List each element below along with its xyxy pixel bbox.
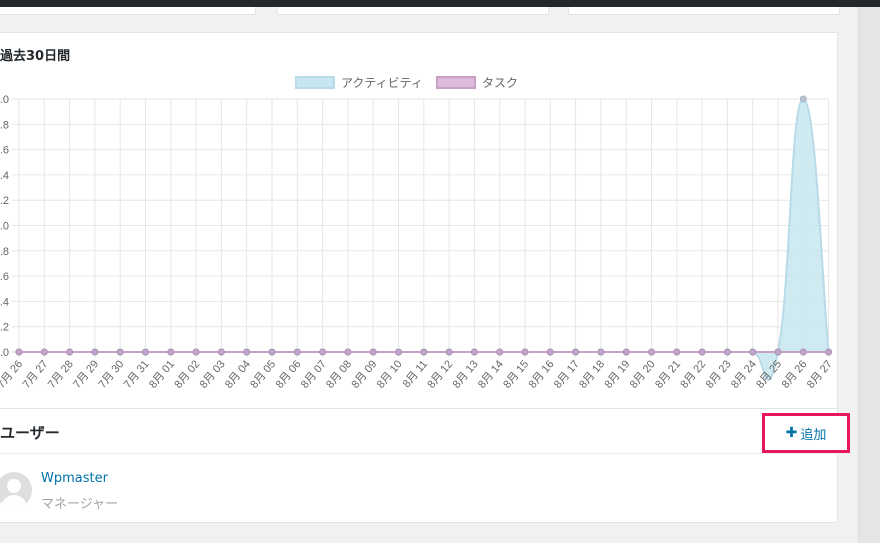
y-tick-label: 1.8 (0, 119, 9, 131)
x-tick-label: 7月 27 (21, 358, 51, 391)
y-tick-label: .6 (0, 271, 9, 283)
data-point-tasks (420, 348, 428, 356)
y-tick-label: .2 (0, 322, 9, 334)
x-tick-label: 8月 23 (704, 358, 734, 391)
y-tick-label: .8 (0, 246, 9, 258)
x-tick-label: 8月 03 (198, 358, 228, 391)
x-tick-label: 8月 22 (678, 358, 708, 391)
x-tick-label: 7月 31 (122, 358, 152, 391)
y-tick-label: 2.0 (0, 94, 9, 106)
data-point-tasks (546, 348, 554, 356)
data-point-tasks (142, 348, 149, 356)
data-point-tasks (597, 348, 605, 356)
x-tick-label: 8月 27 (805, 358, 835, 391)
data-point-tasks (774, 348, 782, 356)
x-tick-label: 8月 08 (324, 358, 354, 391)
avatar-head (7, 479, 21, 493)
x-tick-label: 8月 18 (577, 358, 607, 391)
x-tick-label: 8月 14 (476, 358, 506, 391)
x-tick-label: 8月 16 (527, 358, 557, 391)
y-tick-label: 1.2 (0, 195, 9, 207)
activity-chart: .0.2.4.6.81.01.21.41.61.82.07月 267月 277月… (0, 94, 835, 391)
data-point-tasks (319, 348, 327, 356)
add-user-button[interactable]: ✚ 追加 (762, 413, 850, 453)
data-point-tasks (825, 348, 833, 356)
data-point-tasks (268, 348, 276, 356)
x-tick-label: 8月 13 (451, 358, 481, 391)
data-point-activity (799, 95, 807, 103)
x-tick-label: 8月 19 (602, 358, 632, 391)
y-tick-label: 1.0 (0, 221, 9, 233)
x-tick-label: 7月 29 (71, 358, 101, 391)
y-tick-label: .4 (0, 296, 9, 308)
x-tick-label: 8月 06 (274, 358, 304, 391)
y-tick-label: .0 (0, 347, 9, 359)
x-tick-label: 8月 15 (501, 358, 531, 391)
x-tick-label: 8月 21 (653, 358, 683, 391)
x-tick-label: 7月 30 (96, 358, 126, 391)
avatar-body (1, 495, 27, 508)
data-point-tasks (445, 348, 453, 356)
data-point-tasks (15, 348, 23, 356)
x-tick-label: 7月 26 (0, 358, 25, 391)
data-point-tasks (344, 348, 352, 356)
data-point-tasks (91, 348, 99, 356)
data-point-tasks (698, 348, 706, 356)
section-divider (0, 408, 838, 409)
x-tick-label: 8月 04 (223, 358, 253, 391)
data-point-tasks (622, 348, 630, 356)
data-point-tasks (749, 348, 757, 356)
data-point-tasks (369, 348, 377, 356)
y-tick-label: 1.4 (0, 170, 9, 182)
data-point-tasks (116, 348, 124, 356)
data-point-tasks (496, 348, 504, 356)
data-point-tasks (192, 348, 200, 356)
x-tick-label: 8月 12 (425, 358, 455, 391)
x-tick-label: 8月 11 (401, 358, 431, 390)
x-tick-label: 8月 07 (299, 358, 329, 391)
x-tick-label: 8月 09 (349, 358, 379, 391)
add-user-button-label: 追加 (800, 427, 827, 443)
y-tick-label: 1.6 (0, 145, 9, 157)
data-point-tasks (673, 348, 681, 356)
user-role: マネージャー (41, 497, 119, 512)
users-section-title: ユーザー (0, 424, 60, 442)
x-tick-label: 8月 20 (628, 358, 658, 391)
data-point-tasks (799, 348, 807, 356)
x-tick-label: 8月 10 (375, 358, 405, 391)
user-name-link[interactable]: Wpmaster (41, 471, 108, 486)
x-tick-label: 8月 01 (147, 358, 177, 391)
data-point-tasks (167, 348, 175, 356)
x-tick-label: 8月 17 (552, 358, 582, 391)
data-point-tasks (243, 348, 251, 356)
data-point-tasks (470, 348, 478, 356)
data-point-tasks (66, 348, 74, 356)
data-point-tasks (648, 348, 655, 356)
data-point-tasks (40, 348, 48, 356)
x-tick-label: 8月 05 (248, 358, 278, 391)
x-tick-label: 8月 24 (729, 358, 759, 391)
data-point-tasks (293, 348, 301, 356)
data-point-tasks (521, 348, 529, 356)
x-tick-label: 8月 26 (780, 358, 810, 391)
x-tick-label: 7月 28 (46, 358, 76, 391)
users-header-divider (0, 453, 838, 454)
data-point-tasks (572, 348, 580, 356)
data-point-tasks (723, 348, 731, 356)
x-tick-label: 8月 02 (172, 358, 202, 391)
data-point-tasks (217, 348, 225, 356)
data-point-tasks (395, 348, 402, 356)
plus-icon: ✚ (785, 425, 798, 441)
